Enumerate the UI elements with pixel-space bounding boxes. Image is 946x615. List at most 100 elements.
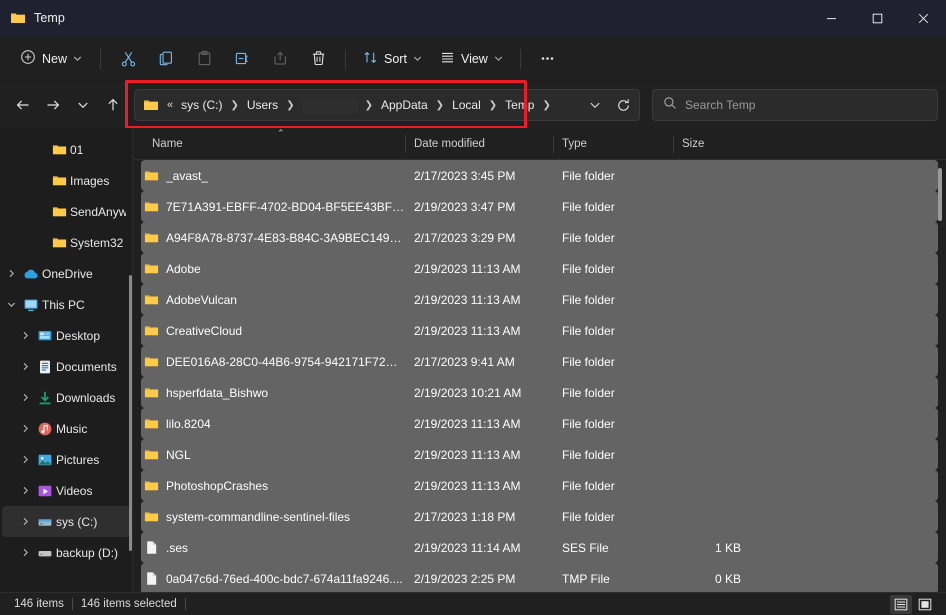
tree-expander-icon[interactable]	[16, 393, 34, 402]
sidebar-item-this-pc[interactable]: This PC	[2, 289, 130, 320]
search-input[interactable]	[685, 98, 927, 112]
file-name-cell[interactable]: CreativeCloud	[141, 323, 405, 338]
file-name-cell[interactable]: 7E71A391-EBFF-4702-BD04-BF5EE43BF43D	[141, 199, 405, 214]
sidebar-item-videos[interactable]: Videos	[2, 475, 130, 506]
sidebar-item-01[interactable]: 01	[2, 134, 130, 165]
toolbar-divider	[100, 48, 102, 69]
table-row[interactable]: CreativeCloud 2/19/2023 11:13 AM File fold…	[141, 315, 938, 346]
table-row[interactable]: AdobeVulcan 2/19/2023 11:13 AM File folder	[141, 284, 938, 315]
tree-expander-icon[interactable]	[2, 269, 20, 278]
table-row[interactable]: DEE016A8-28C0-44B6-9754-942171F72A7F 2/17…	[141, 346, 938, 377]
recent-locations-button[interactable]	[68, 90, 98, 120]
column-header-date-modified[interactable]: Date modified	[405, 128, 553, 160]
sidebar-item-desktop[interactable]: Desktop	[2, 320, 130, 351]
breadcrumb-item-redacted-username[interactable]	[301, 97, 358, 113]
sidebar-item-sys-c[interactable]: sys (C:)	[2, 506, 130, 537]
file-name-cell[interactable]: .ses	[141, 540, 405, 555]
details-view-button[interactable]	[890, 594, 912, 614]
copy-button[interactable]	[147, 43, 185, 75]
up-button[interactable]	[98, 90, 128, 120]
minimize-button[interactable]	[808, 0, 854, 36]
chevron-right-icon[interactable]: ❯	[362, 97, 376, 114]
chevron-right-icon[interactable]: ❯	[539, 97, 553, 114]
sidebar-item-downloads[interactable]: Downloads	[2, 382, 130, 413]
breadcrumb-item-4[interactable]: Local	[447, 95, 486, 115]
see-more-button[interactable]	[529, 43, 567, 75]
table-row[interactable]: NGL 2/19/2023 11:13 AM File folder	[141, 439, 938, 470]
sidebar-item-music[interactable]: Music	[2, 413, 130, 444]
cut-button[interactable]	[109, 43, 147, 75]
table-row[interactable]: hsperfdata_Bishwo 2/19/2023 10:21 AM File …	[141, 377, 938, 408]
forward-button[interactable]	[38, 90, 68, 120]
breadcrumb-item-5[interactable]: Temp	[500, 95, 539, 115]
sidebar-item-documents[interactable]: Documents	[2, 351, 130, 382]
tree-expander-icon[interactable]	[16, 517, 34, 526]
table-row[interactable]: 0a047c6d-76ed-400c-bdc7-674a11fa9246....…	[141, 563, 938, 592]
search-box[interactable]	[652, 89, 938, 121]
tree-expander-icon[interactable]	[16, 362, 34, 371]
sidebar-item-onedrive[interactable]: OneDrive	[2, 258, 130, 289]
share-button[interactable]	[261, 43, 299, 75]
file-name-cell[interactable]: _avast_	[141, 168, 405, 183]
breadcrumb-item-3[interactable]: AppData	[376, 95, 433, 115]
chevron-right-icon[interactable]: ❯	[486, 97, 500, 114]
sidebar-item-sendanywhere[interactable]: SendAnywhere	[2, 196, 130, 227]
sidebar-item-pictures[interactable]: Pictures	[2, 444, 130, 475]
file-name-cell[interactable]: hsperfdata_Bishwo	[141, 385, 405, 400]
tree-expander-icon[interactable]	[16, 486, 34, 495]
file-name-cell[interactable]: DEE016A8-28C0-44B6-9754-942171F72A7F	[141, 354, 405, 369]
file-list-scrollbar[interactable]	[938, 168, 942, 221]
file-name-cell[interactable]: lilo.8204	[141, 416, 405, 431]
sidebar-item-system32[interactable]: System32	[2, 227, 130, 258]
file-date-cell: 2/19/2023 11:13 AM	[414, 292, 521, 307]
view-button[interactable]: View	[431, 43, 512, 75]
back-button[interactable]	[8, 90, 38, 120]
file-name-cell[interactable]: system-commandline-sentinel-files	[141, 509, 405, 524]
table-row[interactable]: 7E71A391-EBFF-4702-BD04-BF5EE43BF43D 2/19…	[141, 191, 938, 222]
table-row[interactable]: .ses 2/19/2023 11:14 AM SES File 1 KB	[141, 532, 938, 563]
maximize-button[interactable]	[854, 0, 900, 36]
tree-expander-icon[interactable]	[16, 424, 34, 433]
sidebar-item-images[interactable]: Images	[2, 165, 130, 196]
large-icons-view-button[interactable]	[914, 595, 936, 614]
column-header-type[interactable]: Type	[553, 128, 673, 160]
file-name-cell[interactable]: PhotoshopCrashes	[141, 478, 405, 493]
column-header-name[interactable]: Name ⌃	[143, 128, 405, 160]
table-row[interactable]: system-commandline-sentinel-files 2/17/20…	[141, 501, 938, 532]
close-button[interactable]	[900, 0, 946, 36]
breadcrumb-item-1[interactable]: Users	[242, 95, 283, 115]
table-row[interactable]: lilo.8204 2/19/2023 11:13 AM File folder	[141, 408, 938, 439]
file-name-cell[interactable]: A94F8A78-8737-4E83-B84C-3A9BEC149C...	[141, 230, 405, 245]
table-row[interactable]: PhotoshopCrashes 2/19/2023 11:13 AM File f…	[141, 470, 938, 501]
tree-expander-icon[interactable]	[16, 548, 34, 557]
breadcrumb-overflow[interactable]: «	[164, 96, 176, 114]
tree-expander-icon[interactable]	[16, 455, 34, 464]
rename-button[interactable]	[223, 43, 261, 75]
paste-button[interactable]	[185, 43, 223, 75]
delete-button[interactable]	[299, 43, 337, 75]
breadcrumb[interactable]: « sys (C:) ❯ Users ❯ ❯ AppData ❯ Local ❯…	[134, 89, 640, 121]
sidebar-item-backup-d[interactable]: backup (D:)	[2, 537, 130, 568]
breadcrumb-item-0[interactable]: sys (C:)	[176, 95, 227, 115]
file-name-cell[interactable]: NGL	[141, 447, 405, 462]
chevron-right-icon[interactable]: ❯	[227, 97, 241, 114]
chevron-right-icon[interactable]: ❯	[283, 97, 297, 114]
table-row[interactable]: _avast_ 2/17/2023 3:45 PM File folder	[141, 160, 938, 191]
column-headers: Name ⌃ Date modified Type Size	[133, 128, 946, 160]
column-header-size[interactable]: Size	[673, 128, 751, 160]
sidebar-item-label: 01	[70, 142, 84, 157]
new-button[interactable]: New	[10, 43, 92, 75]
file-name-cell[interactable]: AdobeVulcan	[141, 292, 405, 307]
chevron-right-icon[interactable]: ❯	[433, 97, 447, 114]
table-row[interactable]: Adobe 2/19/2023 11:13 AM File folder	[141, 253, 938, 284]
sort-button[interactable]: Sort	[354, 43, 431, 75]
file-name-cell[interactable]: 0a047c6d-76ed-400c-bdc7-674a11fa9246....	[141, 571, 405, 586]
table-row[interactable]: A94F8A78-8737-4E83-B84C-3A9BEC149C... 2/1…	[141, 222, 938, 253]
column-header-type-label: Type	[562, 137, 587, 150]
file-name-cell[interactable]: Adobe	[141, 261, 405, 276]
tree-expander-icon[interactable]	[2, 300, 20, 309]
folder-icon	[144, 323, 159, 338]
tree-expander-icon[interactable]	[16, 331, 34, 340]
previous-locations-button[interactable]	[581, 90, 609, 120]
refresh-button[interactable]	[609, 90, 637, 120]
